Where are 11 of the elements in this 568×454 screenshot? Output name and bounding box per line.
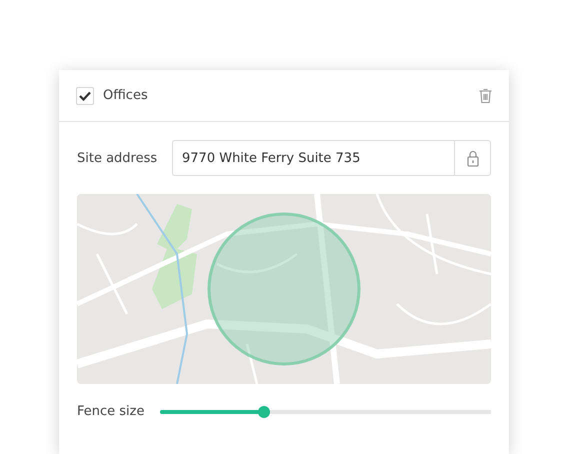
lock-icon[interactable] xyxy=(466,150,478,166)
slider-label: Fence size xyxy=(77,404,146,419)
trash-icon[interactable] xyxy=(479,88,492,103)
field-label: Site address xyxy=(77,150,158,166)
geofence-circle[interactable] xyxy=(207,212,361,366)
checkbox[interactable] xyxy=(76,86,94,104)
check-icon xyxy=(79,90,91,100)
lock-button[interactable] xyxy=(454,140,491,176)
slider-thumb[interactable] xyxy=(258,406,270,418)
address-field[interactable]: 9770 White Ferry Suite 735 xyxy=(172,140,454,176)
layer-label: Offices xyxy=(103,88,148,103)
